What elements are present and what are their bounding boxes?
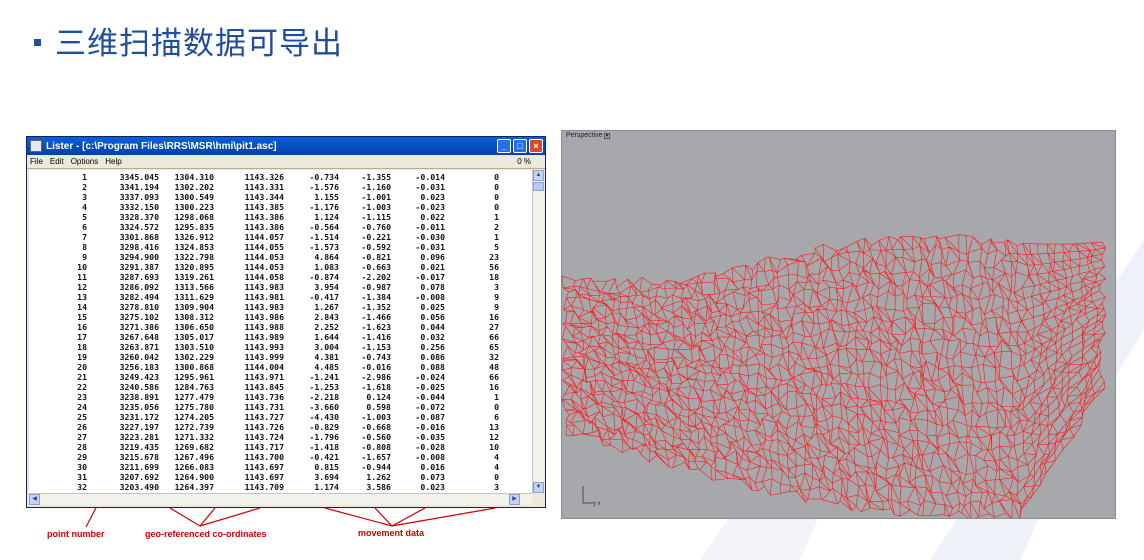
wireframe-mesh: [562, 234, 1107, 518]
perspective-viewport[interactable]: Perspective ▾ y x: [561, 130, 1116, 519]
svg-text:y x: y x: [593, 501, 601, 507]
mesh-lines: [562, 234, 1107, 518]
label-movement-data: movement data: [358, 528, 425, 538]
label-point-number: point number: [47, 529, 105, 539]
annotation-arrows: [85, 507, 496, 528]
label-geo-coordinates: geo-referenced co-ordinates: [145, 529, 267, 539]
axis-gizmo-icon: y x: [582, 486, 601, 507]
